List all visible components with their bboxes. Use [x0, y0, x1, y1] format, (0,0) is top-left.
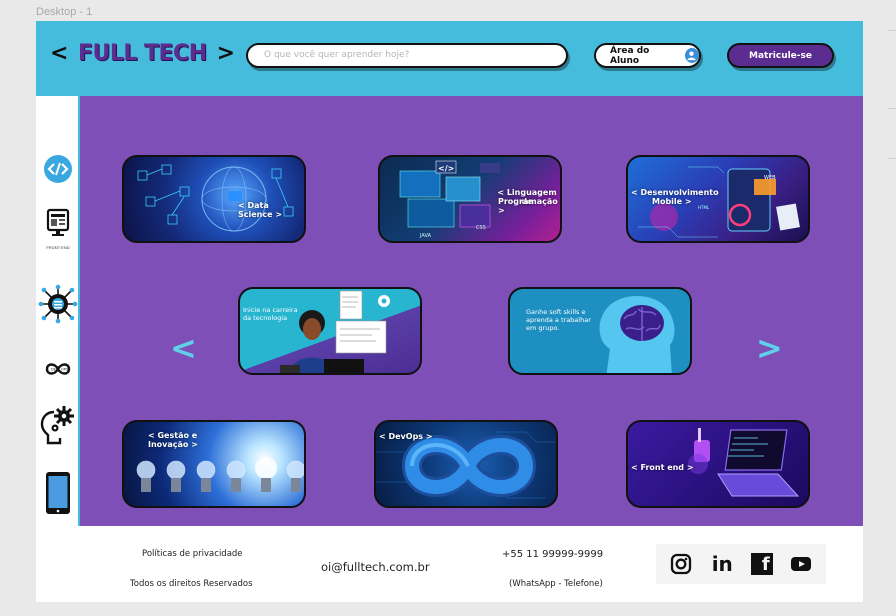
- header: < FULL TECH > O que você quer aprender h…: [36, 21, 863, 96]
- student-area-label: Área do Aluno: [610, 45, 650, 66]
- card-title-line2: Inovação >: [148, 440, 198, 449]
- email-link[interactable]: oi@fulltech.com.br: [321, 560, 430, 574]
- carousel-next-button[interactable]: >: [756, 332, 783, 364]
- user-icon: [684, 48, 699, 63]
- card-devops[interactable]: < DevOps >: [374, 420, 558, 508]
- card-gestao[interactable]: < Gestão e Inovação >: [122, 420, 306, 508]
- phone-text[interactable]: +55 11 99999-9999: [502, 549, 603, 560]
- card-text-line2: aprenda a trabalhar: [526, 316, 591, 324]
- code-icon: [43, 154, 73, 189]
- card-text-line2: da tecnologia: [243, 314, 288, 322]
- main-area: < Data Science > </> CSS JAVA < Linguage…: [80, 96, 863, 526]
- card-carreira[interactable]: Inicie na carreira da tecnologia: [238, 287, 422, 375]
- card-title-line1: < Desenvolvimento: [631, 188, 719, 197]
- desktop-frame: < FULL TECH > O que você quer aprender h…: [36, 21, 863, 602]
- infinity-icon: DEV OPS: [43, 361, 73, 382]
- carousel-prev-button[interactable]: <: [170, 332, 197, 364]
- svg-text:CSS: CSS: [476, 225, 486, 231]
- enroll-label: Matricule-se: [749, 50, 812, 61]
- phone-note: (WhatsApp - Telefone): [509, 579, 603, 589]
- card-data-science[interactable]: < Data Science >: [122, 155, 306, 243]
- gear-head-icon: [40, 404, 76, 451]
- smartphone-icon: [44, 471, 72, 520]
- logo-text: FULL TECH: [77, 41, 207, 66]
- sidebar-item-devops[interactable]: DEV OPS: [36, 361, 80, 382]
- card-title-line1: < Gestão e: [148, 431, 198, 440]
- footer: Políticas de privacidade Todos os direit…: [36, 526, 863, 602]
- card-soft-skills[interactable]: Ganhe soft skills e aprenda a trabalhar …: [508, 287, 692, 375]
- svg-text:DEV: DEV: [51, 368, 59, 372]
- circuit-icon: [38, 284, 78, 329]
- facebook-icon[interactable]: f: [750, 553, 773, 575]
- card-title: < DevOps >: [379, 432, 433, 441]
- sidebar-item-caption: FRONT END: [46, 245, 70, 250]
- svg-text:</>: </>: [438, 164, 454, 173]
- card-text-line1: Ganhe soft skills e: [526, 308, 586, 316]
- instagram-icon[interactable]: [668, 551, 694, 577]
- logo-bracket-left: <: [50, 41, 68, 66]
- linkedin-icon[interactable]: in: [709, 551, 735, 577]
- card-text-line1: Inicie na carreira: [243, 306, 298, 314]
- sidebar-item-mobile[interactable]: [36, 471, 80, 520]
- svg-text:OPS: OPS: [61, 368, 69, 372]
- sidebar-item-innovation[interactable]: [36, 404, 80, 451]
- card-text-line3: em grupo.: [526, 324, 560, 332]
- svg-text:WEB: WEB: [764, 175, 776, 181]
- globe-network-image: [137, 164, 294, 232]
- svg-text:HTML: HTML: [698, 205, 710, 210]
- student-area-button[interactable]: Área do Aluno: [594, 43, 701, 68]
- search-placeholder: O que você quer aprender hoje?: [264, 50, 410, 60]
- card-mobile[interactable]: WEB HTML < Desenvolvimento Mobile >: [626, 155, 810, 243]
- enroll-button[interactable]: Matricule-se: [727, 43, 834, 68]
- sidebar-item-front-end[interactable]: FRONT END: [36, 208, 80, 250]
- svg-text:JAVA: JAVA: [419, 233, 432, 239]
- canvas-edge-mark: [888, 108, 896, 109]
- logo-bracket-right: >: [216, 41, 235, 66]
- card-title: < Data Science >: [238, 201, 283, 219]
- logo[interactable]: < FULL TECH >: [50, 41, 235, 66]
- privacy-link[interactable]: Políticas de privacidade: [142, 549, 243, 559]
- card-title-line2: Mobile >: [652, 197, 692, 206]
- youtube-icon[interactable]: [788, 551, 814, 577]
- social-links: in f: [656, 544, 826, 584]
- canvas-edge-mark: [888, 30, 896, 31]
- card-front-end[interactable]: < Front end >: [626, 420, 810, 508]
- frame-label: Desktop - 1: [36, 6, 93, 18]
- monitor-icon: [45, 208, 71, 243]
- search-input[interactable]: O que você quer aprender hoje?: [246, 43, 568, 68]
- sidebar: FRONT END DEV OPS: [36, 96, 80, 526]
- sidebar-item-circuit[interactable]: [36, 284, 80, 329]
- developer-illustration: [280, 290, 390, 373]
- card-title-line2: Programação >: [498, 197, 558, 215]
- brain-head-image: [599, 295, 675, 373]
- card-title: < Front end >: [631, 463, 694, 472]
- copyright-text: Todos os direitos Reservados: [130, 579, 253, 589]
- canvas-edge-mark: [888, 158, 896, 159]
- sidebar-item-code[interactable]: [36, 154, 80, 189]
- card-linguagem[interactable]: </> CSS JAVA < Linguagem de Programação …: [378, 155, 562, 243]
